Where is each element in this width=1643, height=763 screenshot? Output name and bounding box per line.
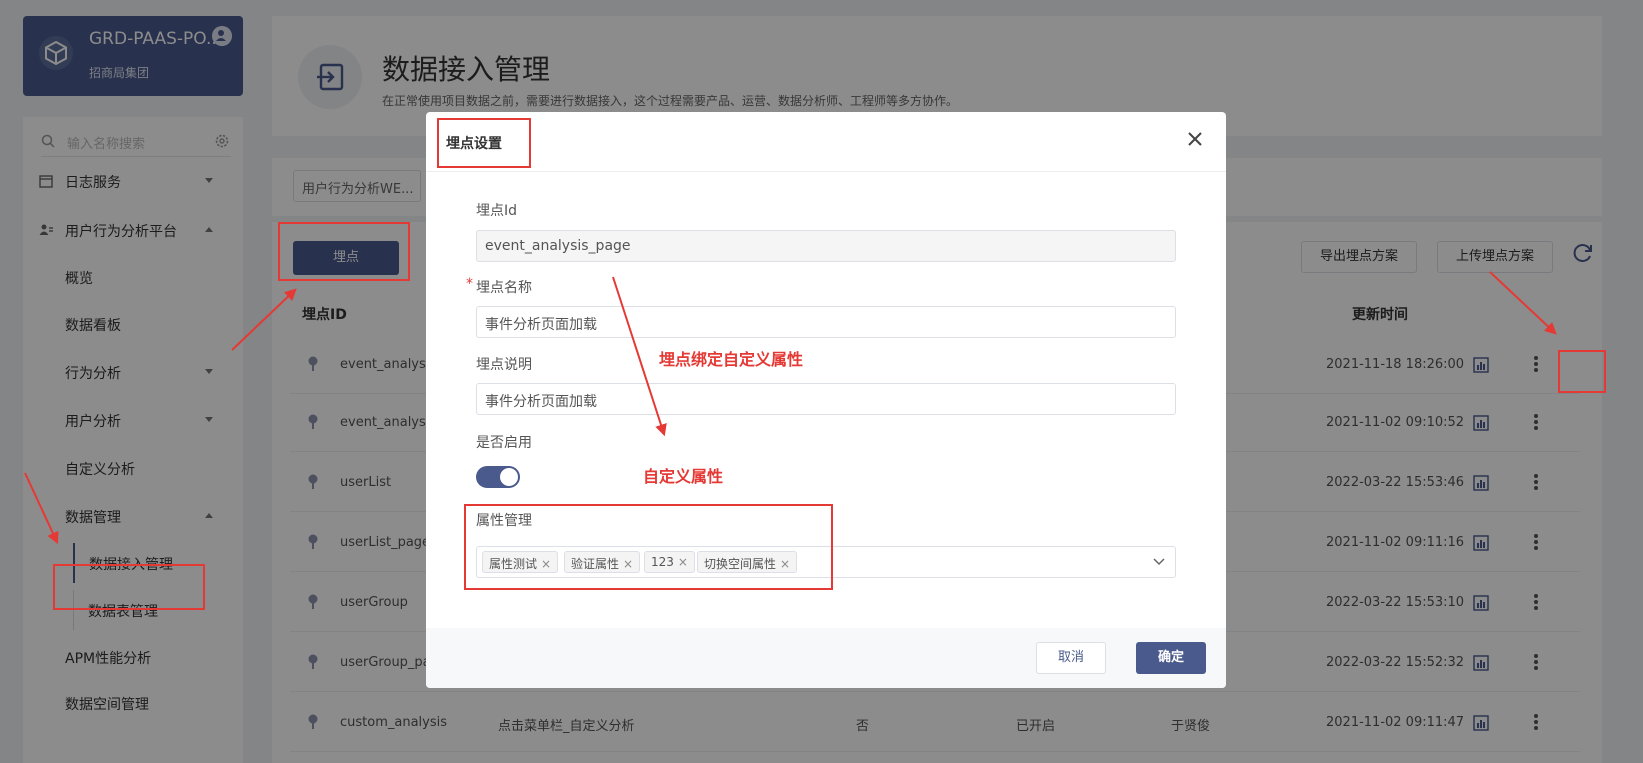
highlight-data-access-menu bbox=[53, 564, 205, 610]
highlight-more-menu bbox=[1558, 350, 1606, 393]
highlight-dialog-title bbox=[437, 118, 531, 168]
annotation-bind-custom-attr: 埋点绑定自定义属性 bbox=[659, 350, 804, 369]
track-id-label: 埋点Id bbox=[476, 203, 518, 219]
required-mark: * bbox=[466, 276, 473, 292]
track-desc-label: 埋点说明 bbox=[476, 357, 532, 373]
track-id-field: event_analysis_page bbox=[476, 230, 1176, 262]
dialog-header: 埋点设置 bbox=[426, 112, 1226, 172]
track-name-label: 埋点名称 bbox=[476, 280, 532, 296]
enabled-toggle[interactable] bbox=[476, 466, 520, 488]
dialog-footer: 取消 确定 bbox=[426, 628, 1226, 688]
confirm-button[interactable]: 确定 bbox=[1136, 642, 1206, 674]
highlight-track-button bbox=[278, 222, 410, 281]
cancel-button[interactable]: 取消 bbox=[1036, 642, 1106, 674]
track-name-field[interactable]: 事件分析页面加载 bbox=[476, 306, 1176, 338]
annotation-custom-attr: 自定义属性 bbox=[643, 467, 724, 486]
highlight-attribute-manage bbox=[464, 504, 833, 590]
chevron-down-icon[interactable] bbox=[1153, 558, 1165, 566]
track-settings-dialog: 埋点设置 埋点Id event_analysis_page * 埋点名称 事件分… bbox=[426, 112, 1226, 688]
track-desc-field[interactable]: 事件分析页面加载 bbox=[476, 383, 1176, 415]
toggle-knob bbox=[500, 468, 518, 486]
close-icon[interactable] bbox=[1184, 128, 1206, 150]
enabled-label: 是否启用 bbox=[476, 435, 532, 451]
